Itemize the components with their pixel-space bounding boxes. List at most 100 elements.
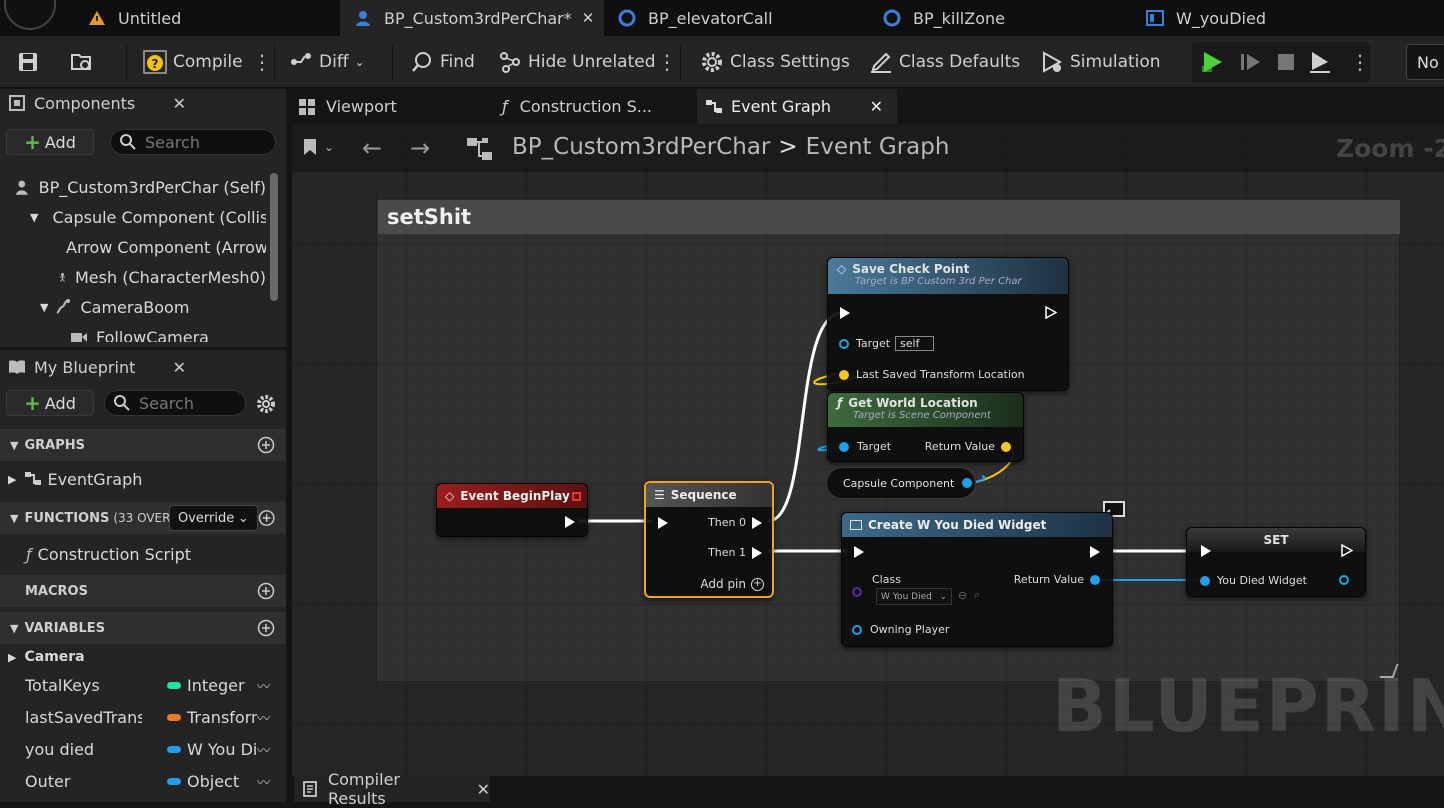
- tab-construction-script[interactable]: ƒ Construction S...: [502, 89, 692, 124]
- owning-player-pin[interactable]: Owning Player: [852, 623, 949, 636]
- stop-button[interactable]: [1274, 36, 1304, 88]
- location-pin[interactable]: Last Saved Transform Location: [839, 368, 1025, 381]
- close-tab-icon[interactable]: ✕: [870, 97, 883, 116]
- tab-w-youdied[interactable]: W_youDied: [1146, 0, 1396, 36]
- component-followcamera[interactable]: FollowCamera: [0, 322, 266, 342]
- add-circle-icon[interactable]: [257, 582, 275, 600]
- add-pin-button[interactable]: Add pin +: [700, 577, 764, 591]
- find-button[interactable]: Find: [410, 36, 475, 88]
- tab-bp-custom3rdperchar[interactable]: BP_Custom3rdPerChar* ✕: [340, 0, 604, 36]
- close-panel-icon[interactable]: ✕: [173, 94, 186, 113]
- graph-canvas[interactable]: ⌄ ← → BP_Custom3rdPerChar > Event Graph …: [292, 124, 1444, 776]
- add-circle-icon[interactable]: [258, 509, 275, 527]
- play-options-button[interactable]: ⋮: [1350, 36, 1370, 88]
- delegate-pin-icon[interactable]: [572, 491, 581, 501]
- diff-button[interactable]: Diff ⌄: [289, 36, 365, 88]
- exec-input-pin[interactable]: [854, 546, 864, 558]
- graph-item-eventgraph[interactable]: ▶ EventGraph: [0, 464, 286, 494]
- component-mesh[interactable]: Mesh (CharacterMesh0): [0, 262, 266, 292]
- add-component-button[interactable]: + Add: [6, 129, 94, 155]
- compile-options-button[interactable]: ⋮: [252, 36, 272, 88]
- variables-section-header[interactable]: ▼ VARIABLES: [0, 612, 286, 644]
- expand-arrow-icon[interactable]: ▼: [30, 211, 38, 224]
- tab-bp-killzone[interactable]: BP_killZone: [883, 0, 1133, 36]
- class-pin[interactable]: Class: [872, 573, 901, 586]
- exec-output-pin[interactable]: [1045, 306, 1057, 319]
- functions-section-header[interactable]: ▼ FUNCTIONS (33 OVERRIDABLE) Override ⌄: [0, 502, 286, 534]
- variable-row[interactable]: you died W You Died 〰: [0, 733, 286, 765]
- then-1-pin[interactable]: Then 1: [708, 546, 762, 559]
- variable-row[interactable]: lastSavedTransformLocation Transform 〰: [0, 701, 286, 733]
- add-circle-icon[interactable]: [257, 436, 275, 454]
- target-pin[interactable]: Target: [839, 440, 891, 453]
- class-pin-icon[interactable]: [852, 587, 862, 597]
- graphs-section-header[interactable]: ▼ GRAPHS: [0, 429, 286, 461]
- node-set-variable[interactable]: SET You Died Widget: [1186, 527, 1366, 597]
- eject-button[interactable]: [1308, 36, 1338, 88]
- tab-event-graph[interactable]: Event Graph ✕: [697, 89, 897, 124]
- override-dropdown[interactable]: Override ⌄: [169, 505, 258, 531]
- expand-arrow-icon[interactable]: ▼: [40, 301, 48, 314]
- exec-output-pin[interactable]: [565, 516, 575, 528]
- capsule-output-pin[interactable]: [962, 478, 973, 488]
- tab-bp-elevatorcall[interactable]: BP_elevatorCall: [618, 0, 868, 36]
- components-search-input[interactable]: Search: [110, 129, 276, 155]
- node-capsule-component[interactable]: Capsule Component: [826, 467, 976, 499]
- eye-icon[interactable]: 〰: [257, 740, 270, 759]
- component-cameraboom[interactable]: ▼ CameraBoom: [0, 292, 266, 322]
- add-circle-icon[interactable]: [257, 619, 275, 637]
- exec-output-pin[interactable]: [1341, 544, 1353, 557]
- then-0-pin[interactable]: Then 0: [708, 516, 762, 529]
- exec-output-pin[interactable]: [1090, 546, 1100, 558]
- return-value-pin[interactable]: Return Value: [1014, 573, 1100, 586]
- debug-object-select[interactable]: No: [1406, 44, 1444, 80]
- find-options-button[interactable]: ⋮: [657, 36, 677, 88]
- tab-compiler-results[interactable]: Compiler Results ✕: [294, 770, 490, 808]
- self-value-field[interactable]: self: [895, 336, 935, 351]
- play-button[interactable]: [1200, 36, 1230, 88]
- class-select[interactable]: W You Died ⌄: [876, 588, 952, 605]
- tab-untitled[interactable]: Untitled: [88, 0, 338, 36]
- output-pin[interactable]: [1339, 575, 1349, 585]
- component-capsule[interactable]: ▼ Capsule Component (CollisionCylinder): [0, 202, 266, 232]
- exec-input-pin[interactable]: [840, 307, 850, 319]
- variable-row[interactable]: TotalKeys Integer 〰: [0, 669, 286, 701]
- browse-button[interactable]: [70, 36, 100, 88]
- component-self[interactable]: BP_Custom3rdPerChar (Self): [0, 172, 266, 202]
- add-member-button[interactable]: + Add: [6, 390, 94, 416]
- close-panel-icon[interactable]: ✕: [173, 358, 186, 377]
- close-tab-icon[interactable]: ✕: [582, 9, 595, 27]
- node-get-world-location[interactable]: ƒ Get World Location Target is Scene Com…: [827, 392, 1024, 462]
- return-value-pin[interactable]: Return Value: [925, 440, 1011, 453]
- search-asset-icon[interactable]: ⌕: [974, 588, 980, 602]
- variable-category-camera[interactable]: ▶ Camera: [0, 643, 286, 671]
- close-tab-icon[interactable]: ✕: [477, 780, 490, 799]
- target-pin[interactable]: Target self: [839, 336, 935, 351]
- you-died-widget-pin[interactable]: You Died Widget: [1200, 574, 1307, 587]
- class-settings-button[interactable]: Class Settings: [700, 36, 850, 88]
- components-scrollbar[interactable]: [270, 173, 278, 301]
- node-create-widget[interactable]: Create W You Died Widget Class W You Die…: [841, 512, 1113, 647]
- unreal-logo-icon[interactable]: [4, 0, 56, 30]
- simulation-button[interactable]: Simulation: [1040, 36, 1161, 88]
- my-blueprint-tab[interactable]: My Blueprint ✕: [0, 350, 200, 384]
- node-event-beginplay[interactable]: ◇ Event BeginPlay: [436, 483, 588, 537]
- eye-icon[interactable]: 〰: [257, 708, 270, 727]
- function-item-construction-script[interactable]: ƒ Construction Script: [0, 539, 286, 569]
- save-button[interactable]: [16, 36, 46, 88]
- components-tab[interactable]: Components ✕: [0, 89, 200, 119]
- component-arrow[interactable]: Arrow Component (Arrow): [0, 232, 266, 262]
- browse-asset-icon[interactable]: ⊖: [958, 589, 967, 602]
- settings-gear-icon[interactable]: [256, 394, 276, 414]
- compile-button[interactable]: ? Compile: [143, 36, 243, 88]
- exec-input-pin[interactable]: [1201, 545, 1211, 557]
- eye-icon[interactable]: 〰: [257, 676, 270, 695]
- exec-input-pin[interactable]: [658, 517, 668, 529]
- my-blueprint-search-input[interactable]: Search: [104, 390, 246, 416]
- class-defaults-button[interactable]: Class Defaults: [869, 36, 1020, 88]
- variable-row[interactable]: Outer Object 〰: [0, 765, 286, 797]
- node-sequence[interactable]: ☰ Sequence Then 0 Then 1 Add pin +: [644, 481, 774, 598]
- eye-icon[interactable]: 〰: [257, 772, 270, 791]
- macros-section-header[interactable]: MACROS: [0, 575, 286, 607]
- tab-viewport[interactable]: Viewport: [298, 89, 494, 124]
